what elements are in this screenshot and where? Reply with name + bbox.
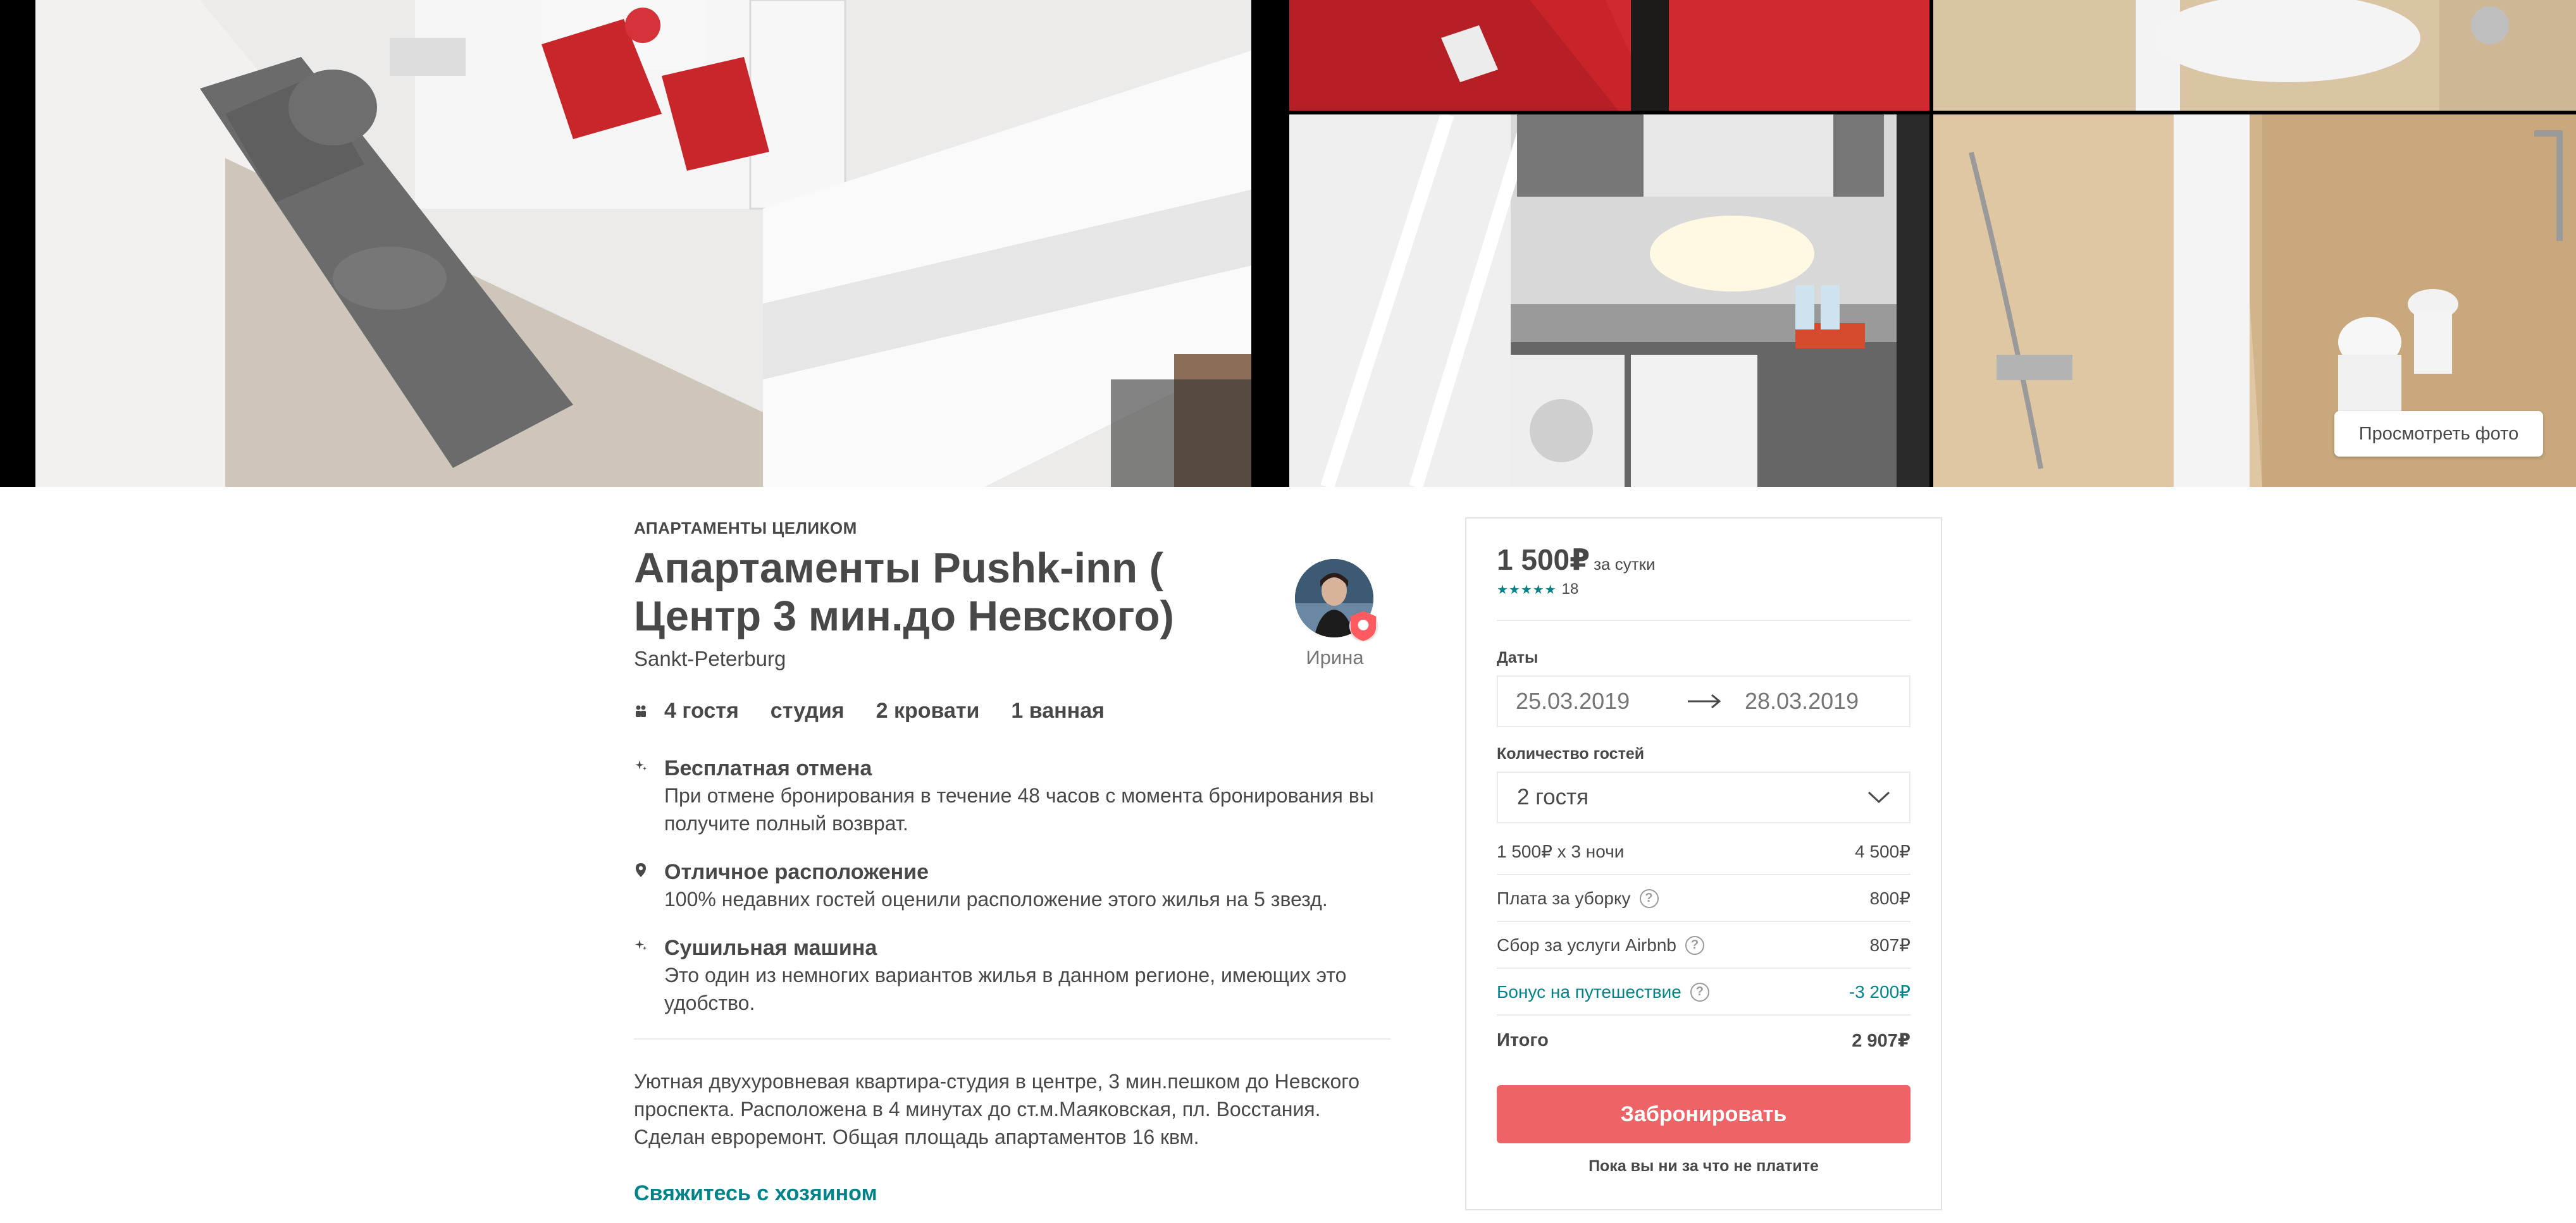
highlight-title: Бесплатная отмена [664,756,872,780]
highlight-text: Это один из немногих вариантов жилья в д… [664,964,1347,1014]
fee-label[interactable]: Бонус на путешествие [1497,982,1681,1002]
baths-count: 1 ванная [1011,699,1105,723]
avatar[interactable] [1295,559,1377,641]
card-divider [1497,1014,1910,1016]
fee-value: 4 500₽ [1855,842,1910,861]
host-card[interactable]: Ирина [1295,559,1377,669]
rating[interactable]: ★★★★★ 18 [1497,581,1578,598]
guests-icon [636,705,646,717]
arrow-right-icon [1688,694,1721,709]
fee-value: 800₽ [1869,888,1910,908]
listing-city[interactable]: Sankt-Peterburg [634,647,1393,671]
check-in-field[interactable]: 25.03.2019 [1516,688,1687,715]
highlight-title: Отличное расположение [664,860,929,884]
guests-select[interactable]: 2 гостя [1497,771,1910,823]
nightly-price: 1 500₽ за сутки [1497,543,1656,577]
highlight-item: Бесплатная отмена При отмене бронировани… [634,755,1393,837]
guests-count: 4 гостя [664,699,739,723]
listing-highlights: Бесплатная отмена При отмене бронировани… [634,755,1393,1017]
highlight-text: При отмене бронирования в течение 48 час… [664,784,1374,835]
listing-type: АПАРТАМЕНТЫ ЦЕЛИКОМ [634,519,857,538]
listing-summary: 4 гостя студия 2 кровати 1 ванная [634,699,1393,723]
sparkle-icon [635,940,647,950]
card-divider [1497,921,1910,922]
help-icon[interactable]: ? [1690,982,1709,1002]
review-count[interactable]: 18 [1562,581,1579,598]
fee-cleaning: Плата за уборку? 800₽ [1497,888,1910,909]
section-divider [634,1038,1390,1040]
card-divider [1497,620,1910,621]
photo-kitchen[interactable] [1289,114,1929,487]
star-rating-icon: ★★★★★ [1497,582,1557,597]
dates-label: Даты [1497,649,1539,667]
photo-bathroom-sink[interactable] [1933,0,2576,111]
fee-value: 807₽ [1869,935,1910,955]
listing-details: АПАРТАМЕНТЫ ЦЕЛИКОМ Апартаменты Pushk-in… [634,519,1393,1206]
map-pin-icon [636,863,646,877]
chevron-down-icon [1867,791,1890,804]
fee-label: Плата за уборку [1497,888,1631,908]
fee-total: Итого 2 907₽ [1497,1029,1910,1052]
no-charge-note: Пока вы ни за что не платите [1588,1157,1819,1175]
photo-gallery: Просмотреть фото [0,0,2576,487]
listing-description: Уютная двухуровневая квартира-студия в ц… [634,1070,1360,1148]
guests-label: Количество гостей [1497,745,1645,763]
fee-label: Сбор за услуги Airbnb [1497,935,1676,955]
sparkle-icon [635,760,647,771]
fee-travel-bonus: Бонус на путешествие? -3 200₽ [1497,981,1910,1002]
book-button[interactable]: Забронировать [1497,1085,1910,1143]
photo-red-cushions[interactable] [1289,0,1929,111]
booking-card: 1 500₽ за сутки ★★★★★ 18 Даты 25.03.2019… [1465,517,1942,1210]
price-value: 1 500₽ [1497,543,1590,576]
help-icon[interactable]: ? [1639,888,1659,908]
highlight-title: Сушильная машина [664,936,877,960]
fee-nights: 1 500₽ x 3 ночи 4 500₽ [1497,841,1910,862]
view-photos-button[interactable]: Просмотреть фото [2334,411,2543,457]
fee-service: Сбор за услуги Airbnb? 807₽ [1497,935,1910,956]
card-divider [1497,968,1910,969]
guests-value: 2 гостя [1517,785,1589,809]
highlight-item: Сушильная машина Это один из немногих ва… [634,935,1393,1017]
help-icon[interactable]: ? [1685,935,1704,955]
fee-label: 1 500₽ x 3 ночи [1497,842,1625,861]
fee-value: -3 200₽ [1848,982,1910,1002]
total-label: Итого [1497,1030,1549,1050]
highlight-item: Отличное расположение 100% недавних гост… [634,859,1393,913]
room-type: студия [770,699,845,723]
beds-count: 2 кровати [876,699,980,723]
check-out-field[interactable]: 28.03.2019 [1745,688,1859,715]
card-divider [1497,874,1910,875]
page-title: Апартаменты Pushk-inn ( Центр 3 мин.до Н… [634,544,1174,640]
date-range-picker[interactable]: 25.03.2019 28.03.2019 [1497,675,1910,727]
contact-host-link[interactable]: Свяжитесь с хозяином [634,1181,877,1206]
total-value: 2 907₽ [1852,1031,1910,1051]
price-unit: за сутки [1594,555,1656,574]
superhost-badge-icon [1349,611,1377,641]
highlight-text: 100% недавних гостей оценили расположени… [664,888,1328,911]
main-photo[interactable] [35,0,1251,487]
